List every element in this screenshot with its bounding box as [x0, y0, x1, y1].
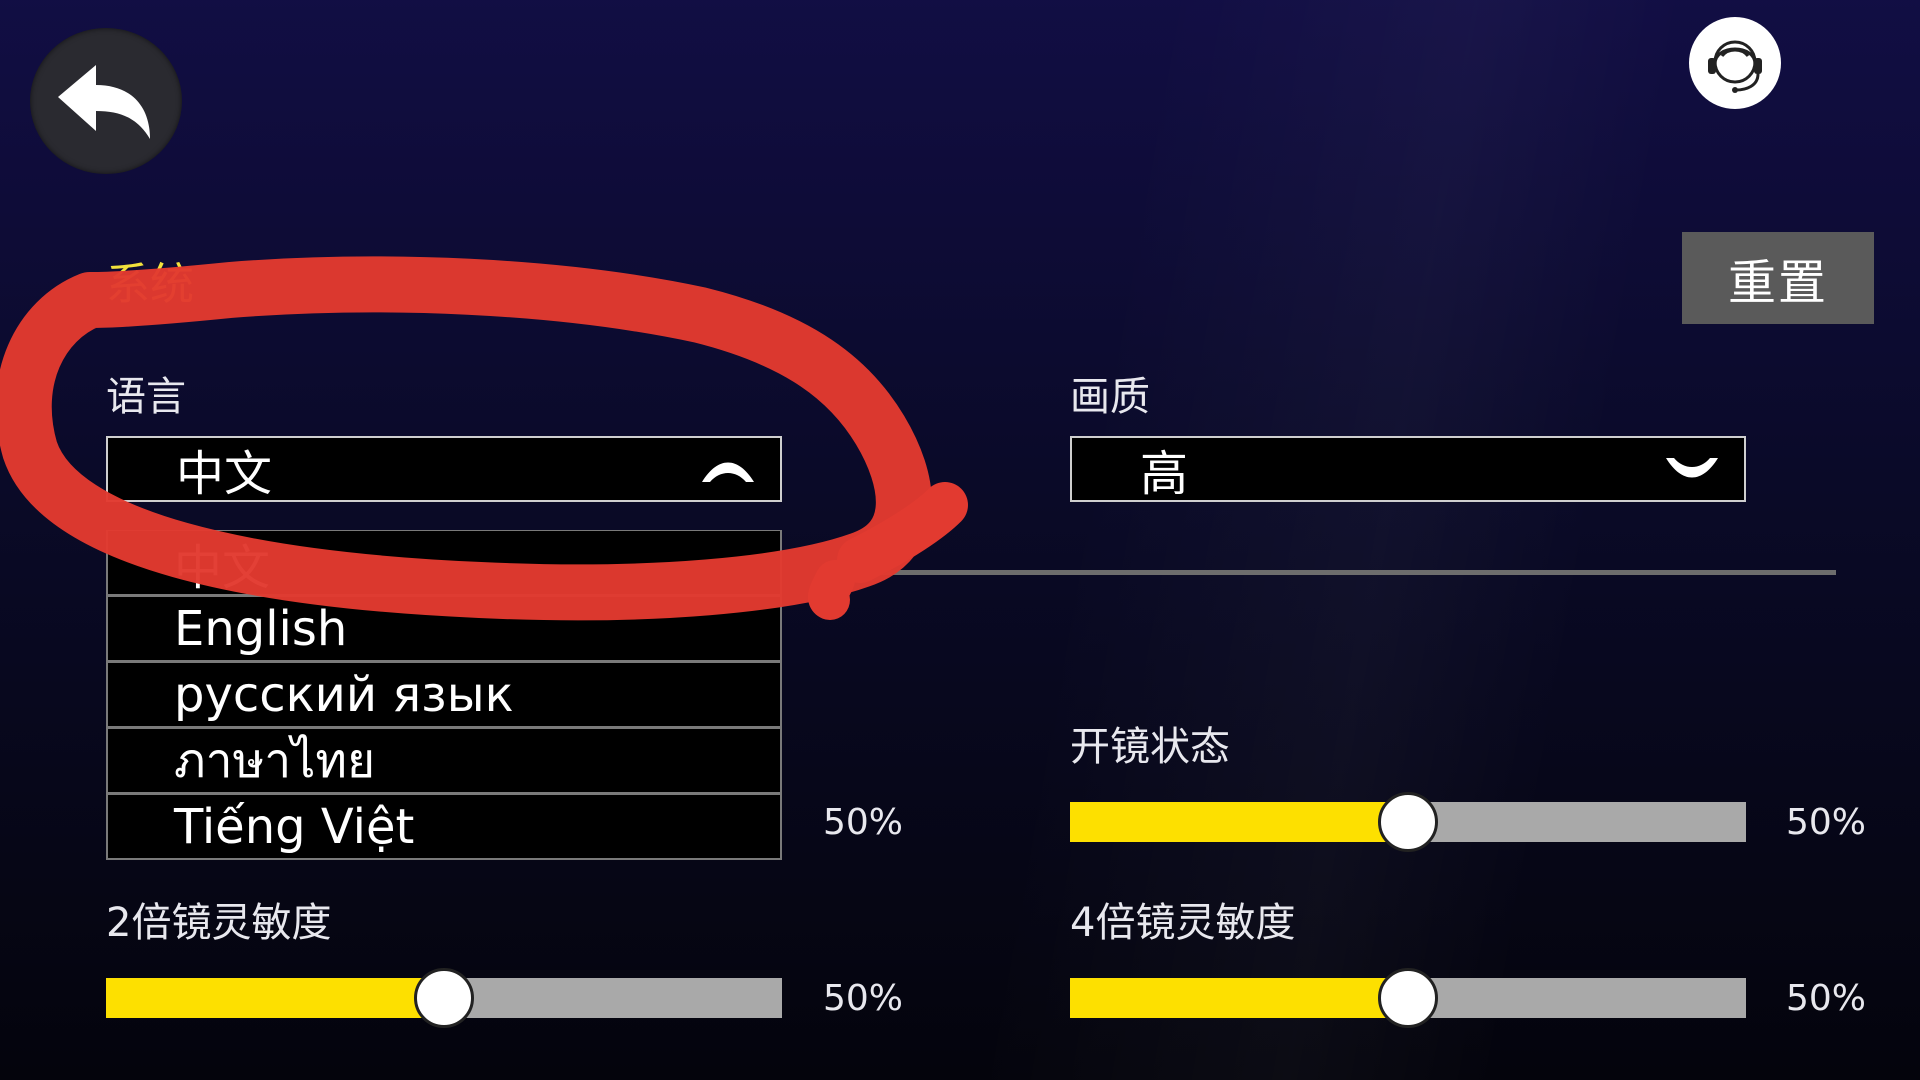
language-select[interactable]: 中文 — [106, 436, 782, 502]
section-title: 系统 — [106, 259, 194, 310]
language-option-english[interactable]: English — [106, 596, 782, 662]
quality-select[interactable]: 高 — [1070, 436, 1746, 502]
scope-2x-slider[interactable] — [106, 968, 782, 1028]
scope-2x-label: 2倍镜灵敏度 — [106, 900, 332, 946]
scope-state-slider[interactable] — [1070, 792, 1746, 852]
scope-state-value: 50% — [1786, 802, 1867, 843]
language-option-chinese[interactable]: 中文 — [106, 530, 782, 596]
hidden-slider-value: 50% — [823, 802, 904, 843]
language-selected-value: 中文 — [176, 446, 273, 502]
reset-button[interactable]: 重置 — [1682, 232, 1874, 324]
slider-fill — [1070, 802, 1408, 842]
chevron-down-icon — [1666, 458, 1718, 478]
language-option-russian[interactable]: русский язык — [106, 662, 782, 728]
slider-fill — [106, 978, 444, 1018]
section-divider — [870, 570, 1836, 575]
back-arrow-icon — [58, 65, 150, 139]
slider-thumb[interactable] — [1378, 968, 1438, 1028]
language-option-thai[interactable]: ภาษาไทย — [106, 728, 782, 794]
slider-fill — [1070, 978, 1408, 1018]
quality-label: 画质 — [1070, 374, 1150, 420]
customer-support-button[interactable] — [1689, 17, 1781, 109]
language-dropdown-list: 中文 English русский язык ภาษาไทย Tiếng Vi… — [106, 530, 782, 860]
slider-thumb[interactable] — [414, 968, 474, 1028]
scope-2x-value: 50% — [823, 978, 904, 1019]
language-option-vietnamese[interactable]: Tiếng Việt — [106, 794, 782, 860]
scope-4x-slider[interactable] — [1070, 968, 1746, 1028]
chevron-up-icon — [702, 462, 754, 482]
scope-4x-value: 50% — [1786, 978, 1867, 1019]
quality-selected-value: 高 — [1140, 446, 1189, 502]
language-label: 语言 — [106, 374, 186, 420]
slider-thumb[interactable] — [1378, 792, 1438, 852]
scope-state-label: 开镜状态 — [1070, 724, 1230, 770]
scope-4x-label: 4倍镜灵敏度 — [1070, 900, 1296, 946]
headset-support-icon — [1708, 40, 1762, 93]
back-button[interactable] — [30, 28, 182, 174]
